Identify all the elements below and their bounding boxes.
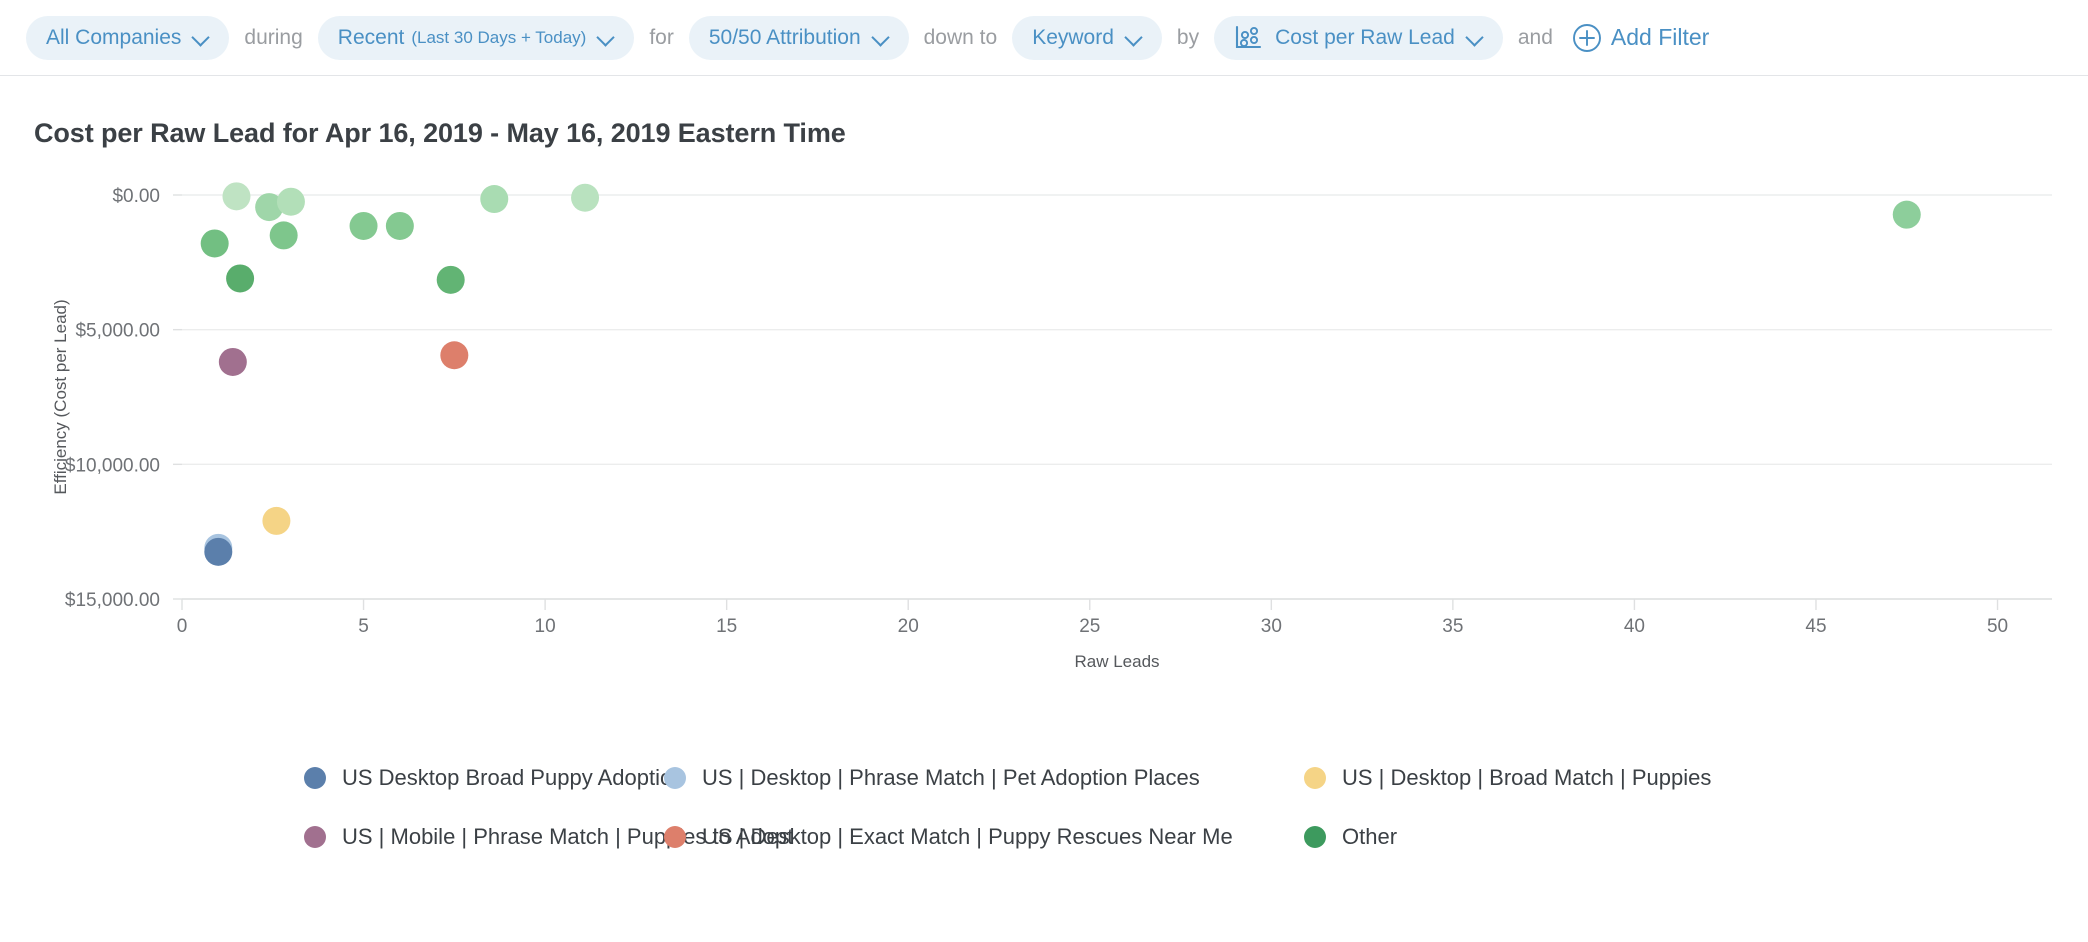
plus-circle-icon: [1572, 23, 1601, 52]
plot-svg: $0.00 $5,000.00 $10,000.00 $15,000.00 0 5 10 15…: [51, 182, 2052, 671]
x-axis-tick-label: 45: [1805, 616, 1826, 637]
data-point[interactable]: [226, 264, 255, 293]
conj-during: during: [244, 25, 303, 49]
data-point[interactable]: [480, 185, 509, 214]
y-axis-title: Efficiency (Cost per Lead): [51, 299, 70, 494]
data-point[interactable]: [200, 229, 229, 258]
legend-us-desktop-broad-puppies[interactable]: US | Desktop | Broad Match | Puppies: [1304, 765, 2054, 791]
conj-by: by: [1176, 25, 1200, 49]
conj-down-to: down to: [923, 25, 998, 49]
data-point[interactable]: [571, 183, 600, 212]
chevron-down-icon[interactable]: [599, 30, 614, 45]
legend-label: Other: [1342, 824, 1398, 849]
series-2: [262, 506, 291, 535]
data-point[interactable]: [440, 341, 469, 370]
dimension-filter[interactable]: Keyword: [1012, 15, 1162, 60]
x-axis-tick-label: 50: [1987, 616, 2008, 637]
legend-color-swatch: [664, 826, 686, 848]
metric-filter-label: Cost per Raw Lead: [1275, 25, 1455, 49]
legend-label: US | Desktop | Exact Match | Puppy Rescu…: [702, 824, 1233, 849]
data-point[interactable]: [276, 187, 305, 216]
x-axis-tick-label: 30: [1261, 616, 1282, 637]
conj-and: and: [1517, 25, 1553, 49]
legend-us-desktop-exact-puppy-rescues-near-me[interactable]: US | Desktop | Exact Match | Puppy Rescu…: [664, 824, 1304, 850]
chart-panel: Cost per Raw Lead for Apr 16, 2019 - May…: [0, 76, 2088, 737]
y-axis-tick-label: $5,000.00: [75, 321, 160, 342]
add-filter-label: Add Filter: [1610, 24, 1710, 50]
y-axis-tick-label: $10,000.00: [65, 455, 160, 476]
x-axis-tick-label: 0: [177, 616, 188, 637]
legend-us-mobile-phrase-puppies-to-adopt[interactable]: US | Mobile | Phrase Match | Puppies to …: [34, 824, 793, 850]
data-point[interactable]: [1892, 200, 1921, 229]
filter-toolbar: All Companies during Recent (Last 30 Days +…: [0, 0, 2088, 76]
x-axis-tick-label: 20: [898, 616, 919, 637]
chevron-down-icon[interactable]: [1468, 30, 1483, 45]
chevron-down-icon[interactable]: [1127, 30, 1142, 45]
series-3: [218, 347, 247, 376]
x-axis-tick-label: 35: [1442, 616, 1463, 637]
x-axis-title: Raw Leads: [1074, 652, 1159, 671]
y-axis-tick-label: $15,000.00: [65, 590, 160, 611]
company-filter-label: All Companies: [46, 25, 182, 49]
add-filter-button[interactable]: Add Filter: [1572, 23, 1709, 53]
x-axis-tick-label: 40: [1624, 616, 1645, 637]
legend-us-desktop-phrase-pet-adoption-places[interactable]: US | Desktop | Phrase Match | Pet Adopti…: [664, 765, 1304, 791]
x-axis-tick-label: 25: [1079, 616, 1100, 637]
data-point[interactable]: [385, 211, 414, 240]
data-point[interactable]: [218, 347, 247, 376]
legend-label: US | Desktop | Broad Match | Puppies: [1342, 765, 1712, 790]
chevron-down-icon[interactable]: [194, 30, 209, 45]
data-point[interactable]: [222, 182, 251, 211]
x-axis-tick-label: 5: [358, 616, 369, 637]
legend-color-swatch: [1304, 767, 1326, 789]
date-range-filter-sublabel: (Last 30 Days + Today): [411, 27, 587, 47]
x-axis-tick-label: 10: [535, 616, 556, 637]
legend-other[interactable]: Other: [1304, 824, 2054, 850]
date-range-filter[interactable]: Recent (Last 30 Days + Today): [317, 15, 635, 60]
page-title: Cost per Raw Lead for Apr 16, 2019 - May…: [34, 118, 846, 148]
series-5: [200, 182, 1921, 294]
legend-label: US | Desktop | Phrase Match | Pet Adopti…: [702, 765, 1200, 790]
x-axis-tick-label: 15: [716, 616, 737, 637]
attribution-filter-label: 50/50 Attribution: [708, 25, 861, 49]
data-point[interactable]: [204, 537, 233, 566]
conj-for: for: [649, 25, 674, 49]
data-point[interactable]: [436, 265, 465, 294]
chart-legend: US Desktop Broad Puppy Adoption US | Desk…: [34, 765, 2054, 850]
legend-color-swatch: [304, 826, 326, 848]
scatter-plot-icon: [1236, 25, 1262, 48]
scatter-plot: $0.00 $5,000.00 $10,000.00 $15,000.00 0 5 10 15…: [34, 177, 2054, 737]
legend-us-desktop-broad-puppy-adoption[interactable]: US Desktop Broad Puppy Adoption: [34, 765, 684, 791]
series-0: [204, 537, 233, 566]
legend-color-swatch: [304, 767, 326, 789]
data-point[interactable]: [262, 506, 291, 535]
company-filter[interactable]: All Companies: [26, 15, 230, 60]
chevron-down-icon[interactable]: [874, 30, 889, 45]
series-4: [440, 341, 469, 370]
legend-color-swatch: [664, 767, 686, 789]
dimension-filter-label: Keyword: [1032, 25, 1114, 49]
y-axis-tick-label: $0.00: [112, 186, 160, 207]
data-point[interactable]: [269, 221, 298, 250]
date-range-filter-label: Recent: [337, 25, 405, 49]
legend-color-swatch: [1304, 826, 1326, 848]
legend-label: US Desktop Broad Puppy Adoption: [342, 765, 685, 790]
metric-filter[interactable]: Cost per Raw Lead: [1214, 15, 1503, 60]
data-point[interactable]: [349, 211, 378, 240]
attribution-filter[interactable]: 50/50 Attribution: [688, 15, 909, 60]
